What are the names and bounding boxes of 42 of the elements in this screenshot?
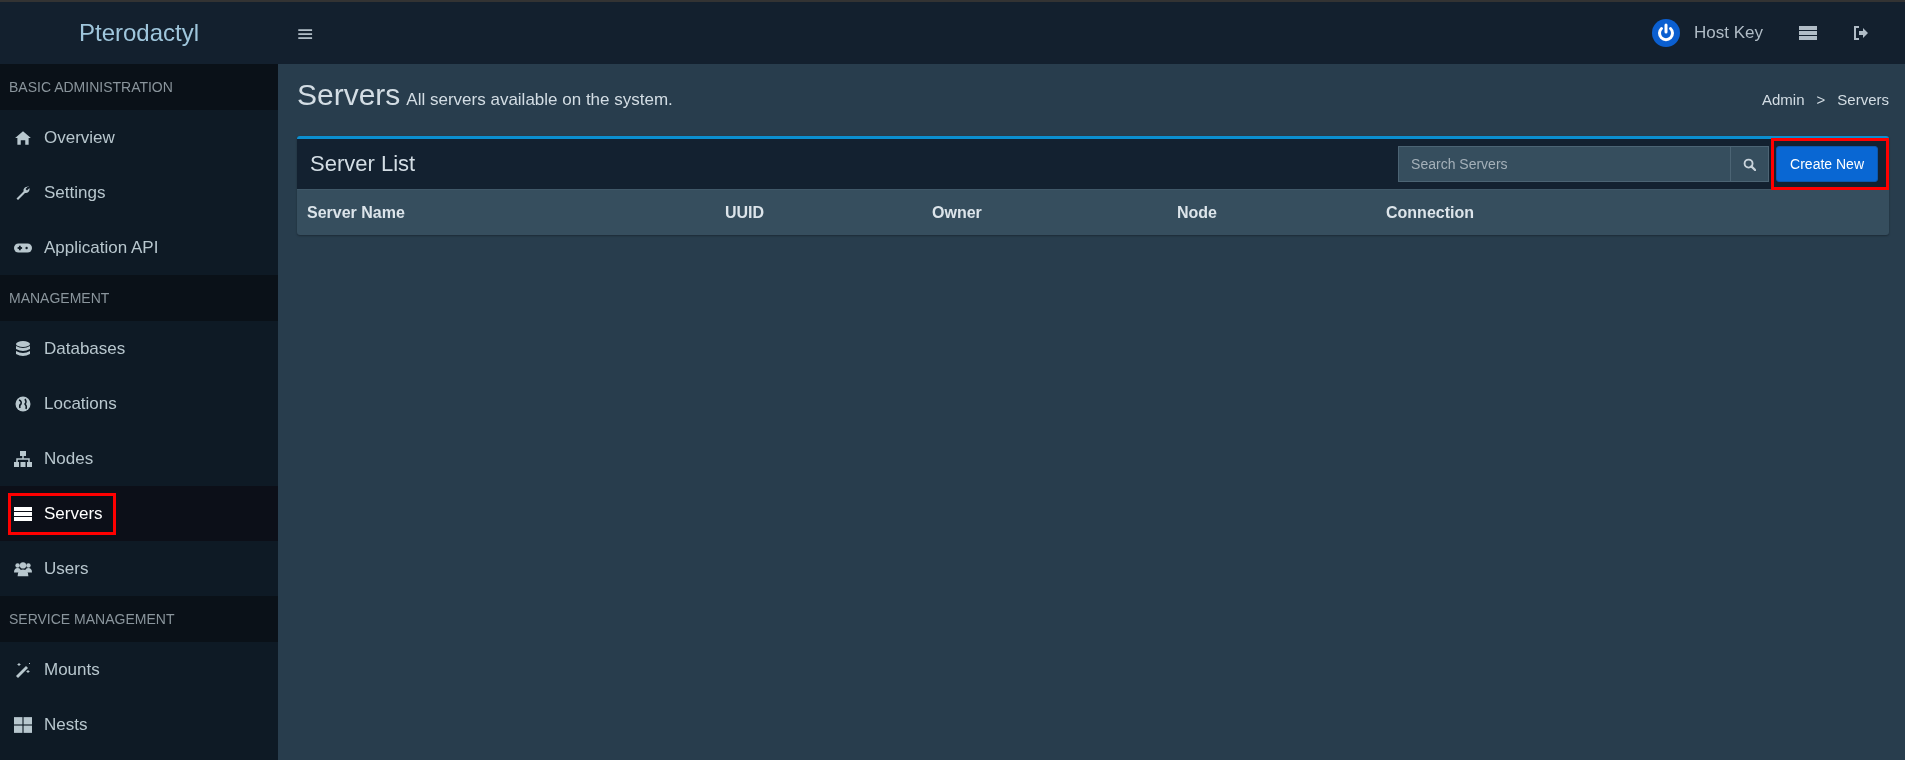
sidebar-section-header: MANAGEMENT	[0, 275, 278, 321]
wrench-icon	[14, 184, 32, 201]
search-button[interactable]	[1731, 146, 1770, 182]
sidebar-item[interactable]: Servers	[0, 486, 278, 541]
database-icon	[14, 340, 32, 357]
search-field[interactable]: Search Servers	[1398, 146, 1732, 182]
sidebar-item[interactable]: Databases	[0, 321, 278, 376]
globe-icon	[14, 395, 32, 412]
brand-logo-text[interactable]: Pterodactyl	[78, 19, 200, 47]
sidebar-item[interactable]: Users	[0, 541, 278, 596]
page-title: Servers	[297, 78, 401, 112]
sidebar-section-header: BASIC ADMINISTRATION	[0, 64, 278, 110]
server-icon	[14, 505, 32, 522]
sitemap-icon	[14, 450, 32, 467]
sign-out-icon[interactable]	[1853, 26, 1869, 40]
users-icon	[14, 560, 32, 577]
sidebar-item[interactable]: Application API	[0, 220, 278, 275]
column-header: Connection	[1386, 203, 1475, 222]
panel-title: Server List	[310, 151, 416, 177]
page-subtitle: All servers available on the system.	[406, 90, 673, 110]
breadcrumb-link[interactable]: Servers	[1837, 91, 1889, 108]
magic-wand-icon	[14, 661, 32, 678]
sidebar-section-header: SERVICE MANAGEMENT	[0, 596, 278, 642]
column-header: Owner	[932, 203, 983, 222]
sidebar-item[interactable]: Nests	[0, 697, 278, 752]
sidebar-item[interactable]: Nodes	[0, 431, 278, 486]
sidebar-item[interactable]: Locations	[0, 376, 278, 431]
home-icon	[14, 129, 32, 146]
power-avatar-icon[interactable]	[1652, 19, 1680, 47]
breadcrumb-link[interactable]: Admin	[1762, 91, 1805, 108]
sidebar-item[interactable]: Mounts	[0, 642, 278, 697]
search-icon	[1743, 157, 1757, 171]
sidebar-item[interactable]: Overview	[0, 110, 278, 165]
breadcrumb-separator: >	[1816, 91, 1826, 108]
server-icon[interactable]	[1799, 26, 1817, 40]
sidebar-item[interactable]: Settings	[0, 165, 278, 220]
grid-icon	[14, 716, 32, 733]
column-header: Node	[1177, 203, 1218, 222]
column-header: UUID	[725, 203, 766, 222]
create-new-button[interactable]: Create New	[1776, 146, 1878, 182]
user-name[interactable]: Host Key	[1694, 23, 1763, 43]
column-header: Server Name	[307, 203, 406, 222]
